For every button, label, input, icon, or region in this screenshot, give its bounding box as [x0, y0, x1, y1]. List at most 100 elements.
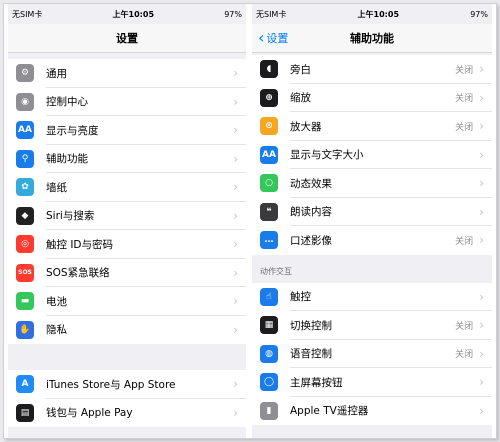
row-label: 触控	[290, 291, 311, 304]
row-label: 语音控制	[290, 348, 332, 361]
chevron-right-icon: ›	[479, 204, 484, 219]
settings-item-row[interactable]: ◎ 触控 ID与密码 ›	[8, 230, 246, 259]
chevron-right-icon: ›	[233, 377, 238, 392]
speech-icon: ❝	[260, 202, 278, 221]
chevron-right-icon: ›	[233, 237, 238, 252]
row-value: 关闭	[455, 94, 474, 105]
navigation-bar: ‹ 设置 辅助功能	[252, 24, 492, 53]
row-label: 隐私	[46, 324, 67, 337]
switch-control-icon: ▦	[260, 316, 278, 335]
settings-item-row[interactable]: ◉ 控制中心 ›	[8, 88, 246, 117]
row-label: 放大器	[290, 120, 322, 133]
accessibility-item-row[interactable]: ▦ 切换控制 关闭 ›	[252, 311, 492, 340]
voiceover-icon: ◖	[260, 60, 278, 79]
home-button-icon: ◯	[260, 373, 278, 392]
settings-item-row[interactable]: ✿ 墙纸 ›	[8, 173, 246, 202]
chevron-right-icon: ›	[233, 151, 238, 166]
siri-icon: ◆	[16, 206, 34, 225]
accessibility-item-row[interactable]: ◯ 主屏幕按钮 ›	[252, 368, 492, 397]
physical-motor-group: ☝ 触控 › ▦ 切换控制 关闭 › ◍ 语音控制 关闭 › ◯ 主屏幕按钮 › ▮ Apple TV遥控器 ›	[252, 282, 492, 426]
chevron-right-icon: ›	[233, 208, 238, 223]
accessibility-item-row[interactable]: ◖ 旁白 关闭 ›	[252, 55, 492, 84]
settings-item-row[interactable]: ✋ 隐私 ›	[8, 316, 246, 345]
row-label: 钱包与 Apple Pay	[46, 407, 133, 420]
toggles-icon: ◉	[16, 92, 34, 111]
sos-icon: SOS	[16, 263, 34, 282]
chevron-right-icon: ›	[479, 233, 484, 248]
screenshot-frame: 无SIM卡 上午10:05 97% 设置 ⚙ 通用 › ◉ 控制中心 › AA 显示与亮度 › ⚲…	[3, 3, 497, 439]
battery-icon: ▬	[16, 292, 34, 311]
gear-icon: ⚙	[16, 64, 34, 83]
row-label: 旁白	[290, 63, 311, 76]
status-bar: 无SIM卡 上午10:05 97%	[8, 4, 246, 24]
row-label: 朗读内容	[290, 206, 332, 219]
chevron-right-icon: ›	[479, 147, 484, 162]
page-title: 辅助功能	[350, 32, 394, 45]
flower-wallpaper-icon: ✿	[16, 178, 34, 197]
settings-item-row[interactable]: ◆ Siri与搜索 ›	[8, 202, 246, 231]
settings-item-row[interactable]: ⚙ 通用 ›	[8, 59, 246, 88]
settings-item-row[interactable]: SOS SOS紧急联络 ›	[8, 259, 246, 288]
row-value: 关闭	[455, 122, 474, 133]
app-store-icon: A	[16, 375, 34, 394]
row-label: 切换控制	[290, 319, 332, 332]
voice-control-icon: ◍	[260, 344, 278, 363]
accessibility-item-row[interactable]: AA 显示与文字大小 ›	[252, 141, 492, 170]
accessibility-item-row[interactable]: ▮ Apple TV遥控器 ›	[252, 397, 492, 426]
wallet-icon: ▤	[16, 403, 34, 422]
zoom-icon: ⊕	[260, 88, 278, 107]
touch-icon: ☝	[260, 287, 278, 306]
clock-label: 上午10:05	[357, 9, 400, 19]
chevron-right-icon: ›	[233, 123, 238, 138]
settings-group-main: ⚙ 通用 › ◉ 控制中心 › AA 显示与亮度 › ⚲ 辅助功能 › ✿ 墙纸 › ◆ Siri与搜索 › ◎ 触控…	[8, 59, 246, 344]
settings-item-row[interactable]: AiTunes Store与 App Store ›	[8, 370, 246, 399]
row-label: 辅助功能	[46, 153, 88, 166]
chevron-right-icon: ›	[479, 403, 484, 418]
settings-item-row[interactable]: ▤ 钱包与 Apple Pay ›	[8, 399, 246, 428]
text-size-icon: AA	[260, 145, 278, 164]
chevron-right-icon: ›	[233, 94, 238, 109]
chevron-right-icon: ›	[479, 176, 484, 191]
hand-privacy-icon: ✋	[16, 320, 34, 339]
fingerprint-icon: ◎	[16, 235, 34, 254]
accessibility-item-row[interactable]: ◍ 语音控制 关闭 ›	[252, 340, 492, 369]
row-label: 控制中心	[46, 96, 88, 109]
row-value: 关闭	[455, 350, 474, 361]
carrier-label: 无SIM卡	[256, 9, 287, 19]
motion-icon: ○	[260, 174, 278, 193]
page-title: 设置	[116, 32, 138, 45]
clock-label: 上午10:05	[112, 9, 155, 19]
chevron-right-icon: ›	[233, 322, 238, 337]
accessibility-item-row[interactable]: ○ 动态效果 ›	[252, 169, 492, 198]
accessibility-item-row[interactable]: ⊙ 放大器 关闭 ›	[252, 112, 492, 141]
settings-group-store: AiTunes Store与 App Store › ▤ 钱包与 Apple Pay ›	[8, 370, 246, 427]
row-value: 关闭	[455, 65, 474, 76]
settings-item-row[interactable]: ▬ 电池 ›	[8, 287, 246, 316]
accessibility-item-row[interactable]: ☝ 触控 ›	[252, 283, 492, 312]
carrier-label: 无SIM卡	[12, 9, 43, 19]
row-label: SOS紧急联络	[46, 267, 110, 280]
row-label: Siri与搜索	[46, 210, 95, 223]
chevron-left-icon: ‹	[258, 28, 265, 47]
chevron-right-icon: ›	[479, 119, 484, 134]
row-label: 墙纸	[46, 181, 67, 194]
chevron-right-icon: ›	[233, 294, 238, 309]
row-label: Apple TV遥控器	[290, 405, 369, 418]
chevron-right-icon: ›	[479, 289, 484, 304]
row-value: 关闭	[455, 236, 474, 247]
status-bar: 无SIM卡 上午10:05 97%	[252, 4, 492, 24]
accessibility-item-row[interactable]: … 口述影像 关闭 ›	[252, 226, 492, 255]
accessibility-item-row[interactable]: ⊕ 缩放 关闭 ›	[252, 84, 492, 113]
row-label: 缩放	[290, 92, 311, 105]
back-label: 设置	[266, 32, 289, 45]
accessibility-item-row[interactable]: ❝ 朗读内容 ›	[252, 198, 492, 227]
battery-label: 97%	[224, 9, 242, 19]
row-label: iTunes Store与 App Store	[46, 378, 176, 391]
row-label: 显示与文字大小	[290, 149, 364, 162]
back-button[interactable]: ‹ 设置	[258, 30, 288, 46]
chevron-right-icon: ›	[479, 375, 484, 390]
settings-item-row[interactable]: AA 显示与亮度 ›	[8, 116, 246, 145]
row-label: 显示与亮度	[46, 124, 99, 137]
settings-item-row[interactable]: ⚲ 辅助功能 ›	[8, 145, 246, 174]
magnifier-icon: ⊙	[260, 117, 278, 136]
